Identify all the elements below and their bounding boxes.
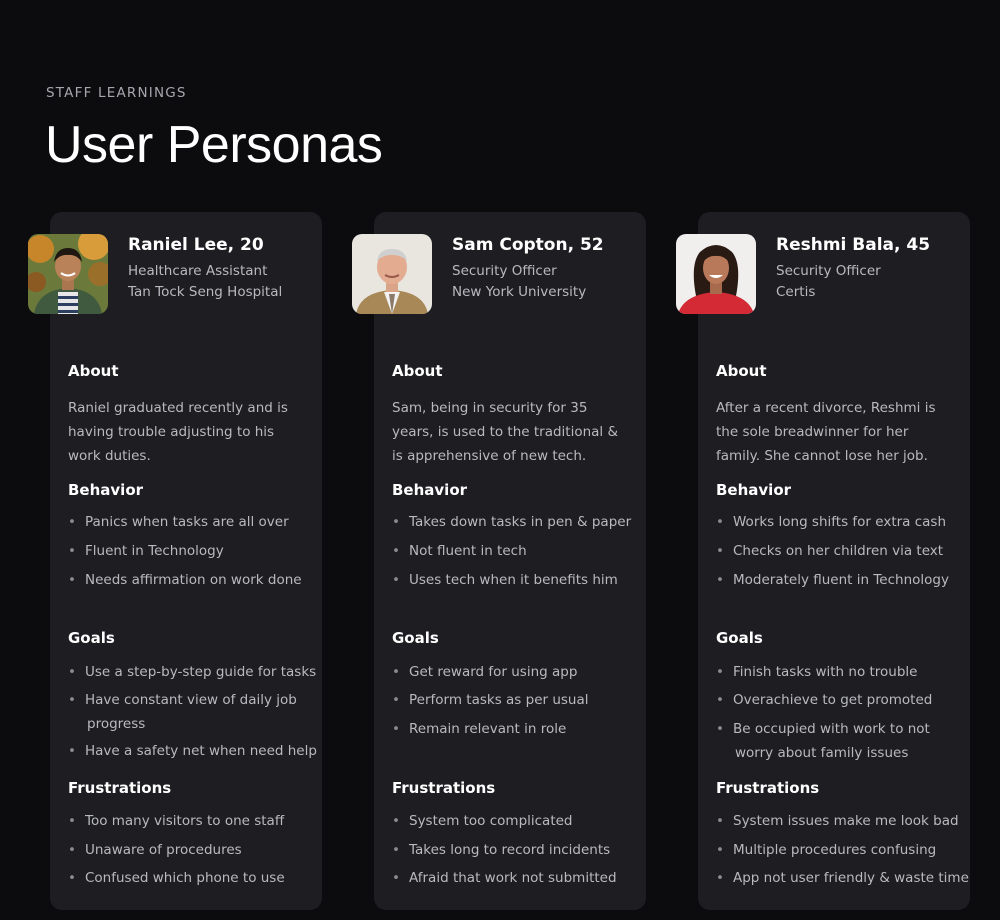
goals-heading: Goals bbox=[68, 629, 115, 647]
persona-card-reshmi: Reshmi Bala, 45 Security Officer Certis … bbox=[676, 212, 970, 910]
frustrations-heading: Frustrations bbox=[392, 779, 496, 797]
behavior-item: • Works long shifts for extra cash bbox=[716, 514, 947, 530]
persona-card-sam: Sam Copton, 52 Security Officer New York… bbox=[352, 212, 646, 910]
about-heading: About bbox=[392, 362, 443, 380]
goal-item: • Remain relevant in role bbox=[392, 721, 567, 737]
goal-item: • Overachieve to get promoted bbox=[716, 692, 933, 708]
frustration-item: • System issues make me look bad bbox=[716, 813, 959, 829]
persona-role: Healthcare Assistant bbox=[128, 263, 268, 279]
goal-item: • Have a safety net when need help bbox=[68, 743, 317, 759]
behavior-item: • Needs affirmation on work done bbox=[68, 572, 302, 588]
persona-name: Sam Copton, 52 bbox=[452, 235, 604, 255]
avatar bbox=[352, 234, 432, 314]
goals-heading: Goals bbox=[716, 629, 763, 647]
behavior-item: • Not fluent in tech bbox=[392, 543, 527, 559]
behavior-item: • Fluent in Technology bbox=[68, 543, 224, 559]
persona-role: Security Officer bbox=[776, 263, 881, 279]
behavior-item: • Takes down tasks in pen & paper bbox=[392, 514, 632, 530]
frustration-item: • App not user friendly & waste time bbox=[716, 870, 969, 886]
behavior-heading: Behavior bbox=[716, 481, 792, 499]
about-heading: About bbox=[716, 362, 767, 380]
persona-role: Security Officer bbox=[452, 263, 557, 279]
frustration-item: • System too complicated bbox=[392, 813, 573, 829]
goal-item: • Use a step-by-step guide for tasks bbox=[68, 664, 317, 680]
frustration-item: • Too many visitors to one staff bbox=[68, 813, 285, 829]
goal-item: • Be occupied with work to not bbox=[716, 721, 930, 737]
behavior-heading: Behavior bbox=[392, 481, 468, 499]
persona-name: Raniel Lee, 20 bbox=[128, 235, 264, 255]
frustration-item: • Multiple procedures confusing bbox=[716, 842, 937, 858]
avatar bbox=[676, 234, 756, 314]
goal-item-continuation: worry about family issues bbox=[735, 745, 909, 761]
goals-heading: Goals bbox=[392, 629, 439, 647]
frustration-item: • Afraid that work not submitted bbox=[392, 870, 617, 886]
about-text: Raniel graduated recently and is having … bbox=[68, 400, 288, 464]
behavior-item: • Moderately fluent in Technology bbox=[716, 572, 949, 588]
persona-organization: Tan Tock Seng Hospital bbox=[128, 284, 283, 300]
behavior-item: • Panics when tasks are all over bbox=[68, 514, 289, 530]
frustrations-heading: Frustrations bbox=[68, 779, 172, 797]
about-text: After a recent divorce, Reshmi is the so… bbox=[716, 400, 936, 464]
persona-organization: New York University bbox=[452, 284, 587, 300]
goal-item: • Perform tasks as per usual bbox=[392, 692, 589, 708]
goal-item: • Finish tasks with no trouble bbox=[716, 664, 918, 680]
page-title: User Personas bbox=[45, 116, 383, 174]
goal-item: • Have constant view of daily job bbox=[68, 692, 297, 708]
avatar bbox=[28, 234, 108, 314]
frustration-item: • Unaware of procedures bbox=[68, 842, 242, 858]
persona-card-raniel: Raniel Lee, 20 Healthcare Assistant Tan … bbox=[28, 212, 322, 910]
behavior-heading: Behavior bbox=[68, 481, 144, 499]
persona-organization: Certis bbox=[776, 284, 816, 300]
persona-name: Reshmi Bala, 45 bbox=[776, 235, 931, 255]
frustrations-heading: Frustrations bbox=[716, 779, 820, 797]
goal-item-continuation: progress bbox=[87, 716, 146, 732]
frustration-item: • Confused which phone to use bbox=[68, 870, 285, 886]
frustration-item: • Takes long to record incidents bbox=[392, 842, 611, 858]
about-text: Sam, being in security for 35 years, is … bbox=[392, 400, 618, 464]
about-heading: About bbox=[68, 362, 119, 380]
goal-item: • Get reward for using app bbox=[392, 664, 578, 680]
eyebrow-label: STAFF LEARNINGS bbox=[46, 85, 187, 101]
behavior-item: • Checks on her children via text bbox=[716, 543, 944, 559]
behavior-item: • Uses tech when it benefits him bbox=[392, 572, 618, 588]
